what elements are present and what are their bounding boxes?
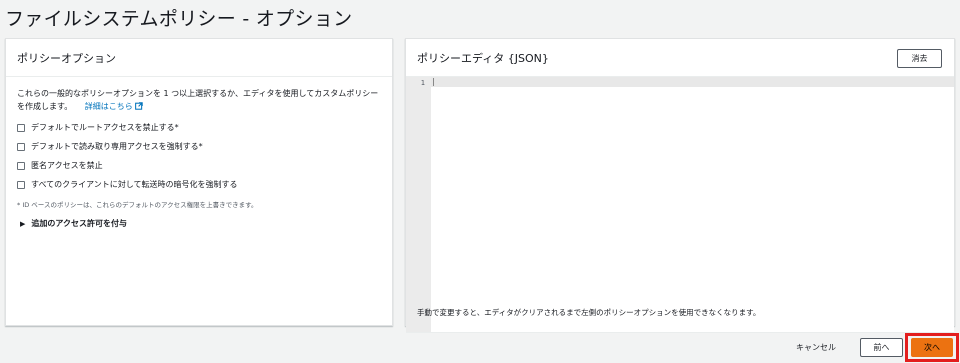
previous-button[interactable]: 前へ [860, 338, 903, 357]
option-deny-anonymous[interactable]: 匿名アクセスを禁止 [17, 156, 381, 175]
checkbox-deny-root[interactable] [17, 123, 25, 132]
learn-more-link[interactable]: 詳細はこちら [85, 102, 143, 111]
option-label: 匿名アクセスを禁止 [31, 161, 103, 170]
learn-more-label: 詳細はこちら [84, 102, 133, 111]
policy-options-panel: ポリシーオプション これらの一般的なポリシーオプションを 1 つ以上選択するか、… [5, 38, 393, 326]
policy-options-description: これらの一般的なポリシーオプションを 1 つ以上選択するか、エディタを使用してカ… [17, 87, 381, 113]
option-label: デフォルトでルートアクセスを禁止する* [31, 123, 179, 132]
clear-button[interactable]: 消去 [897, 49, 942, 68]
page-title: ファイルシステムポリシー - オプション [5, 8, 353, 30]
policy-options-body: これらの一般的なポリシーオプションを 1 つ以上選択するか、エディタを使用してカ… [6, 77, 392, 239]
policy-options-title: ポリシーオプション [17, 51, 116, 65]
option-enforce-encryption[interactable]: すべてのクライアントに対して転送時の暗号化を強制する [17, 175, 381, 194]
option-deny-root[interactable]: デフォルトでルートアクセスを禁止する* [17, 118, 381, 137]
line-number: 1 [420, 79, 425, 87]
editor-footer-note: 手動で変更すると、エディタがクリアされるまで左側のポリシーオプションを使用できな… [417, 308, 761, 317]
description-text: これらの一般的なポリシーオプションを 1 つ以上選択するか、エディタを使用してカ… [17, 89, 379, 111]
expand-label: 追加のアクセス許可を付与 [31, 219, 127, 228]
checkbox-deny-anonymous[interactable] [17, 161, 25, 170]
checkbox-read-only[interactable] [17, 142, 25, 151]
cancel-button[interactable]: キャンセル [796, 342, 836, 353]
policy-editor-panel: ポリシーエディタ {JSON} 消去 1 手動で変更すると、エディタがクリアされ… [405, 38, 955, 333]
grant-additional-permissions-toggle[interactable]: ▶ 追加のアクセス許可を付与 [17, 218, 381, 229]
policy-editor-title: ポリシーエディタ {JSON} [417, 51, 549, 65]
policy-editor-header: ポリシーエディタ {JSON} 消去 [406, 39, 954, 77]
checkbox-enforce-encryption[interactable] [17, 180, 25, 189]
editor-gutter: 1 [406, 77, 431, 332]
active-line-highlight [431, 77, 954, 87]
option-label: すべてのクライアントに対して転送時の暗号化を強制する [31, 180, 238, 189]
caret-right-icon: ▶ [20, 219, 26, 228]
json-editor[interactable]: 1 [406, 77, 954, 333]
policy-options-header: ポリシーオプション [6, 39, 392, 77]
text-cursor [433, 78, 434, 86]
next-button[interactable]: 次へ [911, 338, 953, 357]
option-label: デフォルトで読み取り専用アクセスを強制する* [31, 142, 203, 151]
identity-policy-note: * ID ベースのポリシーは、これらのデフォルトのアクセス権限を上書きできます。 [17, 201, 258, 209]
external-link-icon [134, 102, 143, 110]
option-read-only[interactable]: デフォルトで読み取り専用アクセスを強制する* [17, 137, 381, 156]
